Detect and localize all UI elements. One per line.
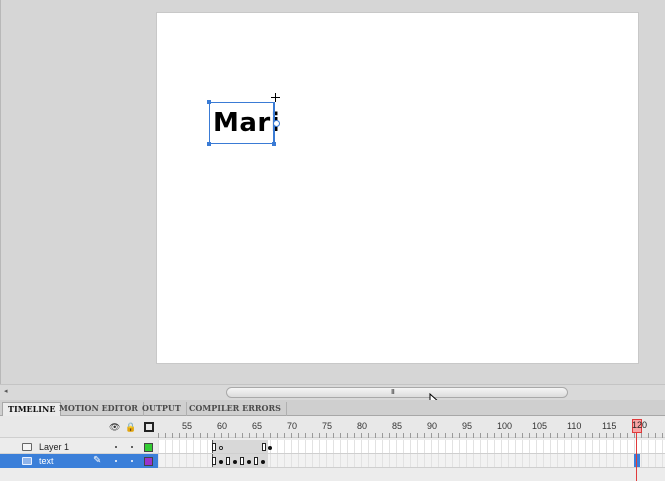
lock-dot[interactable] (131, 460, 133, 462)
frame-number-label: 95 (462, 421, 473, 431)
scroll-left-arrow-icon[interactable]: ◂ (4, 387, 8, 395)
frame-number-label: 65 (252, 421, 263, 431)
panel-tab-bar: TIMELINE MOTION EDITOR OUTPUT COMPILER E… (0, 400, 665, 417)
frame-number-label: 90 (427, 421, 438, 431)
stage[interactable]: Mari (157, 13, 638, 363)
frame-number-label: 80 (357, 421, 368, 431)
selection-handle-top-left[interactable] (207, 100, 211, 104)
frame-number-label: 85 (392, 421, 403, 431)
timeline-panel: 👁 🔒 55 60 65 70 75 80 85 90 95 100 105 110 115 120 L… (0, 416, 665, 481)
keyframe[interactable] (219, 460, 223, 464)
tab-timeline[interactable]: TIMELINE (2, 402, 62, 417)
keyframe-end[interactable] (212, 443, 216, 451)
layer-row-layer-1[interactable]: Layer 1 (0, 440, 665, 454)
frame-number-label: 75 (322, 421, 333, 431)
layer-frames[interactable] (158, 454, 665, 468)
layer-color-swatch[interactable] (144, 443, 153, 452)
frame-number-label: 60 (217, 421, 228, 431)
layer-icon (22, 443, 32, 451)
frame-number-label: 70 (287, 421, 298, 431)
tab-motion-editor[interactable]: MOTION EDITOR (54, 402, 144, 416)
keyframe-end[interactable] (226, 457, 230, 465)
frame-number-label: 55 (182, 421, 193, 431)
text-resize-handle[interactable] (273, 120, 280, 127)
layer-name[interactable]: text (39, 455, 54, 467)
frame-number-label: 105 (532, 421, 548, 431)
scrollbar-thumb[interactable]: III (226, 387, 568, 398)
frame-number-label: 110 (567, 421, 582, 431)
timeline-header: 👁 🔒 55 60 65 70 75 80 85 90 95 100 105 110 115 120 (0, 416, 665, 438)
layer-name[interactable]: Layer 1 (39, 441, 69, 453)
tab-compiler-errors[interactable]: COMPILER ERRORS (184, 402, 287, 416)
scrollbar-grip-icon: III (391, 389, 395, 396)
tab-output[interactable]: OUTPUT (137, 402, 187, 416)
text-field-bounding-box[interactable]: Mari (209, 102, 280, 144)
layer-color-swatch[interactable] (144, 457, 153, 466)
visibility-dot[interactable] (115, 446, 117, 448)
blank-keyframe[interactable] (219, 446, 223, 450)
crosshair-cursor-icon (271, 93, 280, 102)
layer-icon (22, 457, 32, 465)
visibility-dot[interactable] (115, 460, 117, 462)
text-field-content[interactable]: Mari (213, 106, 280, 140)
pencil-icon: ✎ (93, 455, 102, 466)
frame-ruler-ticks (158, 433, 665, 438)
keyframe[interactable] (247, 460, 251, 464)
pasteboard[interactable]: Mari (0, 0, 665, 384)
layer-frames[interactable] (158, 440, 665, 454)
layer-row-text[interactable]: text ✎ (0, 454, 665, 468)
current-frame-label: 120 (632, 420, 648, 430)
keyframe-end[interactable] (212, 457, 216, 465)
keyframe[interactable] (233, 460, 237, 464)
keyframe-end[interactable] (240, 457, 244, 465)
keyframe[interactable] (261, 460, 265, 464)
horizontal-scrollbar[interactable]: ◂ III (0, 384, 665, 400)
frame-number-label: 100 (497, 421, 513, 431)
outline-toggle-icon[interactable] (144, 422, 154, 432)
eye-icon[interactable]: 👁 (109, 422, 120, 432)
selection-handle-bottom-left[interactable] (207, 142, 211, 146)
lock-dot[interactable] (131, 446, 133, 448)
keyframe[interactable] (268, 446, 272, 450)
selected-frame[interactable] (634, 454, 640, 467)
keyframe-end[interactable] (254, 457, 258, 465)
frame-number-label: 115 (602, 421, 617, 431)
lock-icon[interactable]: 🔒 (125, 422, 136, 432)
frame-ruler[interactable]: 55 60 65 70 75 80 85 90 95 100 105 110 115 (158, 416, 665, 438)
playhead-line (636, 433, 637, 481)
keyframe-end[interactable] (262, 443, 266, 451)
